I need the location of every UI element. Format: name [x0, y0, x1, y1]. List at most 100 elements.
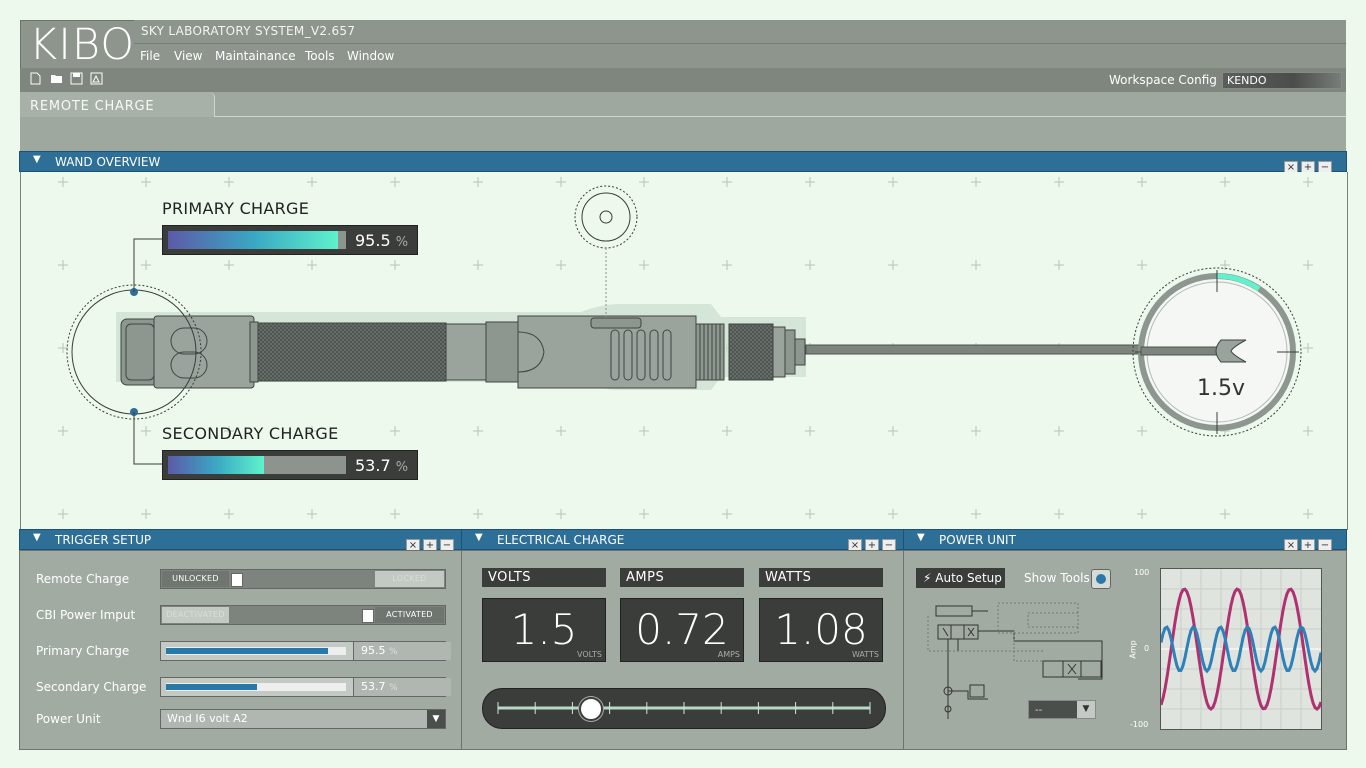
menu-window[interactable]: Window [347, 49, 394, 63]
charge-slider-handle[interactable] [579, 697, 603, 721]
power-unit-select-value: Wnd I6 volt A2 [167, 712, 248, 725]
volts-unit: VOLTS [577, 650, 602, 659]
charge-slider-track [497, 702, 871, 714]
activated-pill[interactable]: ACTIVATED [375, 607, 444, 623]
secondary-charge-row-fill [166, 684, 258, 690]
menu-tools[interactable]: Tools [305, 49, 335, 63]
unlocked-pill[interactable]: UNLOCKED [162, 571, 229, 587]
primary-charge-row: 95.5 % [160, 641, 451, 661]
app-title: SKY LABORATORY SYSTEM_V2.657 [141, 24, 356, 38]
collapse-arrow-icon[interactable]: ▼ [475, 532, 483, 543]
cbi-power-label: CBI Power Imput [36, 608, 136, 622]
power-unit-title: POWER UNIT [939, 533, 1016, 547]
charge-slider[interactable] [482, 688, 886, 729]
power-unit-mode-value: -- [1035, 705, 1043, 716]
secondary-charge-value: 53.7 % [355, 456, 408, 475]
save-icon[interactable] [70, 72, 83, 85]
watts-unit: WATTS [851, 650, 879, 659]
primary-charge-title: PRIMARY CHARGE [162, 199, 310, 218]
graph-y-top: 100 [1134, 568, 1150, 577]
graph-y-bottom: -100 [1130, 720, 1149, 729]
secondary-charge-row-number: 53.7 [361, 680, 386, 693]
secondary-charge-meter: 53.7 % [162, 450, 418, 480]
menu-file[interactable]: File [140, 49, 160, 63]
locked-pill[interactable]: LOCKED [375, 571, 444, 587]
primary-charge-number: 95.5 [355, 231, 391, 250]
app-logo: KIBO [29, 20, 136, 70]
wand-overview-header[interactable]: ▼ WAND OVERVIEW × + − [19, 151, 1347, 175]
title-bar: SKY LABORATORY SYSTEM_V2.657 [134, 20, 1346, 44]
amps-unit: AMPS [717, 650, 740, 659]
deactivated-pill[interactable]: DEACTIVATED [162, 607, 229, 623]
secondary-charge-row-unit: % [389, 682, 398, 693]
magic-wand-icon: ⚡ [923, 571, 932, 585]
power-unit-mode-select[interactable]: -- ▼ [1028, 700, 1096, 719]
watts-display: 1.08 WATTS [759, 598, 883, 662]
power-unit-header[interactable]: ▼ POWER UNIT × + − [903, 529, 1347, 553]
collapse-arrow-icon[interactable]: ▼ [33, 154, 41, 165]
toggle-dot [1096, 574, 1106, 584]
graph-y-mid: 0 [1144, 644, 1150, 653]
electrical-charge-header[interactable]: ▼ ELECTRICAL CHARGE × + − [461, 529, 905, 553]
primary-charge-meter: 95.5 % [162, 225, 418, 255]
remote-charge-switch[interactable]: UNLOCKED LOCKED [160, 569, 446, 589]
tip-voltage-readout: 1.5v [1197, 376, 1246, 401]
amps-value: 0.72 [635, 605, 729, 654]
volts-value: 1.5 [510, 605, 578, 654]
trigger-setup-header[interactable]: ▼ TRIGGER SETUP × + − [19, 529, 463, 553]
amps-header: AMPS [620, 568, 744, 587]
power-unit-select[interactable]: Wnd I6 volt A2 ▼ [160, 709, 446, 729]
collapse-arrow-icon[interactable]: ▼ [917, 532, 925, 543]
menu-view[interactable]: View [174, 49, 202, 63]
chevron-down-icon[interactable]: ▼ [1077, 701, 1095, 718]
workspace-config-input[interactable]: KENDO [1222, 72, 1342, 89]
oscilloscope-graph [1160, 568, 1322, 730]
wand-overview-canvas: PRIMARY CHARGE 95.5 % SECONDARY CHARGE 5… [20, 172, 1348, 530]
primary-charge-row-value: 95.5 % [353, 642, 451, 660]
secondary-charge-unit: % [395, 460, 409, 475]
secondary-charge-track [168, 456, 346, 474]
watts-value: 1.08 [774, 605, 868, 654]
primary-charge-row-number: 95.5 [361, 644, 386, 657]
volts-display: 1.5 VOLTS [482, 598, 606, 662]
cbi-power-handle[interactable] [362, 609, 374, 623]
remote-charge-label: Remote Charge [36, 572, 130, 586]
open-folder-icon[interactable] [50, 72, 63, 85]
toolbar: Workspace Config KENDO [20, 68, 1346, 92]
trigger-setup-panel: Remote Charge UNLOCKED LOCKED CBI Power … [19, 550, 463, 750]
secondary-charge-row: 53.7 % [160, 677, 451, 697]
secondary-charge-row-track [166, 683, 346, 691]
auto-setup-button[interactable]: ⚡ Auto Setup [916, 568, 1005, 588]
primary-charge-fill [168, 231, 338, 249]
export-icon[interactable] [90, 72, 103, 85]
electrical-charge-panel: VOLTS AMPS WATTS 1.5 VOLTS 0.72 AMPS 1.0… [461, 550, 905, 750]
graph-y-label: Amp [1128, 640, 1138, 659]
menu-bar: File View Maintainance Tools Window [134, 44, 1346, 68]
primary-charge-value: 95.5 % [355, 231, 408, 250]
volts-header: VOLTS [482, 568, 606, 587]
secondary-charge-title: SECONDARY CHARGE [162, 424, 339, 443]
tab-remote-charge[interactable]: REMOTE CHARGE [20, 92, 215, 117]
secondary-charge-row-value: 53.7 % [353, 678, 451, 696]
secondary-charge-number: 53.7 [355, 456, 391, 475]
menu-maintainance[interactable]: Maintainance [215, 49, 296, 63]
secondary-charge-fill [168, 456, 264, 474]
new-file-icon[interactable] [29, 72, 42, 85]
show-tools-toggle[interactable] [1091, 569, 1111, 589]
primary-charge-track [168, 231, 346, 249]
chevron-down-icon[interactable]: ▼ [427, 710, 445, 728]
show-tools-label: Show Tools [1024, 571, 1090, 585]
cbi-power-switch[interactable]: DEACTIVATED ACTIVATED [160, 605, 446, 625]
trigger-setup-title: TRIGGER SETUP [55, 533, 152, 547]
tab-divider [214, 116, 1346, 117]
tab-strip: REMOTE CHARGE [20, 92, 1346, 152]
tab-remote-charge-label: REMOTE CHARGE [30, 99, 155, 114]
secondary-charge-row-label: Secondary Charge [36, 680, 147, 694]
power-unit-label: Power Unit [36, 712, 101, 726]
electrical-charge-title: ELECTRICAL CHARGE [497, 533, 625, 547]
remote-charge-handle[interactable] [231, 573, 243, 587]
amps-display: 0.72 AMPS [620, 598, 744, 662]
power-unit-panel: ⚡ Auto Setup Show Tools -- ▼ 100 0 -100 … [903, 550, 1347, 750]
primary-charge-unit: % [395, 235, 409, 250]
collapse-arrow-icon[interactable]: ▼ [33, 532, 41, 543]
